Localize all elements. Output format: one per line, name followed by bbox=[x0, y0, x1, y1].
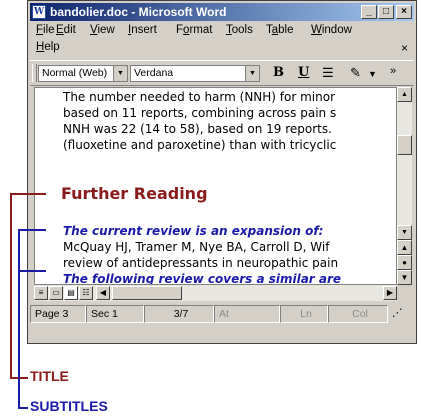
further-reading-heading: Further Reading bbox=[61, 184, 208, 203]
paragraph-line: NNH was 22 (14 to 58), based on 19 repor… bbox=[63, 122, 332, 136]
menu-format[interactable]: Format bbox=[176, 24, 212, 36]
menu-table[interactable]: Table bbox=[266, 24, 294, 36]
highlight-icon[interactable]: ✎ bbox=[350, 65, 361, 81]
toolbar-overflow-icon[interactable]: » bbox=[390, 65, 396, 77]
minimize-button[interactable]: _ bbox=[361, 5, 377, 19]
maximize-button[interactable]: □ bbox=[378, 5, 394, 19]
scroll-thumb[interactable] bbox=[397, 135, 412, 155]
toolbar-grip[interactable] bbox=[32, 64, 37, 82]
document-area[interactable]: The number needed to harm (NNH) for mino… bbox=[34, 87, 397, 285]
print-layout-icon[interactable]: ▤ bbox=[64, 286, 78, 300]
close-button[interactable]: × bbox=[396, 5, 412, 19]
horizontal-scrollbar[interactable]: ≡ ▭ ▤ ☷ ◀ ▶ bbox=[34, 285, 397, 301]
scroll-left-icon[interactable]: ◀ bbox=[96, 286, 110, 300]
status-at: At bbox=[214, 305, 280, 323]
scroll-down-icon[interactable]: ▼ bbox=[397, 225, 412, 240]
subtitles-bracket-top bbox=[18, 229, 46, 231]
menu-tools[interactable]: Tools bbox=[226, 24, 253, 36]
reference-line: review of antidepressants in neuropathic… bbox=[63, 256, 339, 270]
status-page-count: 3/7 bbox=[144, 305, 214, 323]
scroll-right-icon[interactable]: ▶ bbox=[383, 286, 397, 300]
status-bar: Page 3 Sec 1 3/7 At Ln Col ⋰ bbox=[30, 303, 414, 325]
status-page: Page 3 bbox=[30, 305, 86, 323]
menu-window[interactable]: Window bbox=[311, 24, 352, 36]
normal-view-icon[interactable]: ≡ bbox=[34, 286, 48, 300]
title-annotation-label: TITLE bbox=[30, 368, 69, 384]
subtitles-bracket-bottom bbox=[18, 407, 28, 409]
subtitle-2: The following review covers a similar ar… bbox=[63, 272, 342, 285]
menu-edit[interactable]: Edit bbox=[56, 24, 76, 36]
chevron-down-icon[interactable]: ▼ bbox=[113, 66, 127, 81]
reference-line: McQuay HJ, Tramer M, Nye BA, Carroll D, … bbox=[63, 240, 330, 254]
menu-bar: File Edit View Insert Format Tools Table… bbox=[30, 22, 414, 58]
hscroll-thumb[interactable] bbox=[112, 286, 182, 300]
subtitles-bracket-vertical bbox=[18, 229, 20, 409]
outline-view-icon[interactable]: ☷ bbox=[79, 286, 93, 300]
title-bar[interactable]: W bandolier.doc - Microsoft Word _ □ × bbox=[30, 3, 414, 21]
word-window: W bandolier.doc - Microsoft Word _ □ × F… bbox=[27, 0, 417, 344]
word-document-icon: W bbox=[32, 5, 46, 19]
status-col: Col bbox=[328, 305, 388, 323]
underline-button[interactable]: U bbox=[298, 65, 309, 80]
subtitles-annotation-label: SUBTITLES bbox=[30, 398, 108, 414]
vertical-scrollbar[interactable]: ▲ ▼ ▲ ● ▼ bbox=[397, 87, 412, 285]
status-ln: Ln bbox=[280, 305, 328, 323]
paragraph-line: (fluoxetine and paroxetine) than with tr… bbox=[63, 138, 337, 152]
resize-grip-icon[interactable]: ⋰ bbox=[388, 305, 414, 323]
chevron-down-icon[interactable]: ▼ bbox=[368, 69, 377, 79]
title-bracket-top bbox=[10, 193, 46, 195]
next-page-icon[interactable]: ▼ bbox=[397, 270, 412, 285]
font-combo[interactable]: Verdana ▼ bbox=[130, 65, 260, 82]
status-section: Sec 1 bbox=[86, 305, 144, 323]
window-title: bandolier.doc - Microsoft Word bbox=[50, 5, 227, 19]
menu-view[interactable]: View bbox=[90, 24, 115, 36]
chevron-down-icon[interactable]: ▼ bbox=[245, 66, 259, 81]
previous-page-icon[interactable]: ▲ bbox=[397, 240, 412, 255]
subtitle-1: The current review is an expansion of: bbox=[63, 224, 324, 238]
menu-help[interactable]: Help bbox=[36, 41, 60, 53]
paragraph-line: based on 11 reports, combining across pa… bbox=[63, 106, 337, 120]
document-close-icon[interactable]: × bbox=[401, 41, 408, 55]
select-browse-object-icon[interactable]: ● bbox=[397, 255, 412, 270]
style-combo[interactable]: Normal (Web) ▼ bbox=[38, 65, 128, 82]
bold-button[interactable]: B bbox=[273, 65, 284, 80]
formatting-toolbar: Normal (Web) ▼ Verdana ▼ B U ☰ ✎ ▼ » bbox=[30, 60, 414, 86]
web-layout-icon[interactable]: ▭ bbox=[49, 286, 63, 300]
bullets-icon[interactable]: ☰ bbox=[322, 65, 334, 81]
title-bracket-vertical bbox=[10, 193, 12, 379]
menu-insert[interactable]: Insert bbox=[128, 24, 157, 36]
subtitles-bracket-middle bbox=[18, 270, 46, 272]
menu-file[interactable]: File bbox=[36, 24, 55, 36]
scroll-up-icon[interactable]: ▲ bbox=[397, 87, 412, 102]
paragraph-line: The number needed to harm (NNH) for mino… bbox=[63, 90, 336, 104]
